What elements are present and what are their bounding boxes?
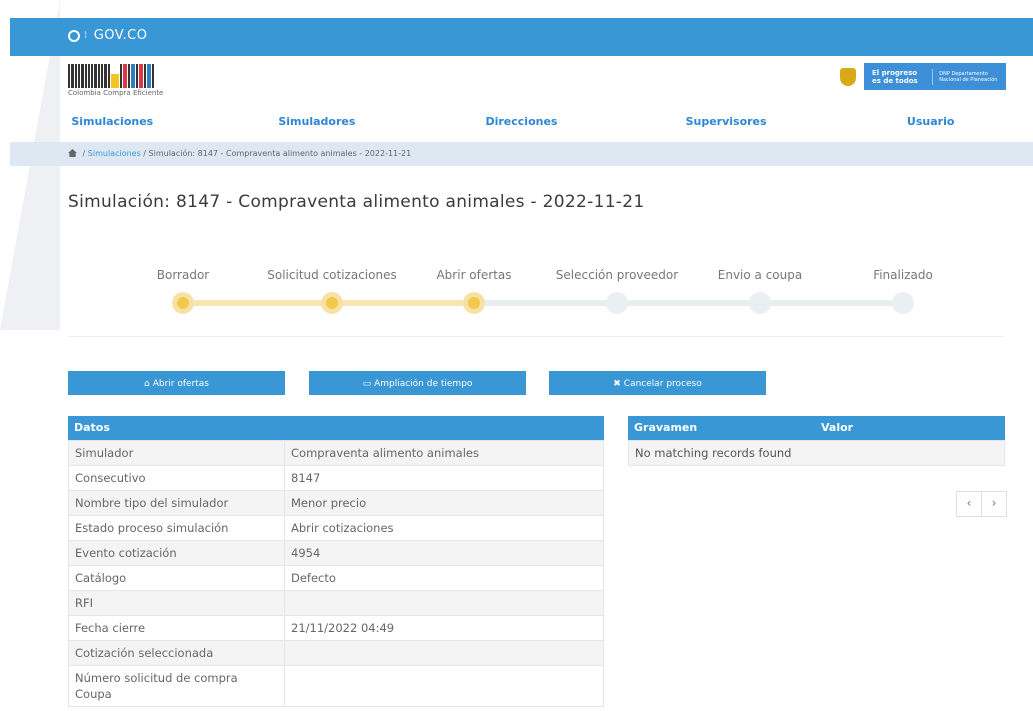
datos-table: Simulador Compraventa alimento animales Co… <box>68 440 604 707</box>
open-offers-button[interactable]: ⌂ Abrir ofertas <box>68 371 285 395</box>
field-value: Compraventa alimento animales <box>284 440 604 466</box>
gravamen-table: Gravamen Valor No matching records found <box>628 416 1005 466</box>
table-row: RFI <box>68 590 604 616</box>
step-dot <box>321 292 343 314</box>
field-label: Nombre tipo del simulador <box>68 490 285 516</box>
table-row: Estado proceso simulación Abrir cotizacio… <box>68 515 604 541</box>
field-label: Cotización seleccionada <box>68 640 285 666</box>
entity-text: DNP Departamento Nacional de Planeación <box>939 70 998 83</box>
step-dot <box>172 292 194 314</box>
col-gravamen[interactable]: Gravamen <box>634 416 697 440</box>
table-row: Catálogo Defecto <box>68 565 604 591</box>
coat-of-arms-icon <box>840 67 856 86</box>
brand-name: Colombia Compra Eficiente <box>68 89 164 97</box>
field-label: Simulador <box>68 440 285 466</box>
step-dot <box>606 292 628 314</box>
gov-logo-text: GOV.CO <box>93 28 148 43</box>
step-label: Finalizado <box>873 268 933 282</box>
breadcrumb-current: / Simulación: 8147 - Compraventa aliment… <box>140 149 412 158</box>
nav-item-direcciones[interactable]: Direcciones <box>419 108 624 136</box>
field-label: Evento cotización <box>68 540 285 566</box>
field-label: RFI <box>68 590 285 616</box>
cancel-process-button[interactable]: ✖ Cancelar proceso <box>549 371 766 395</box>
step-connector <box>617 300 760 306</box>
gov-top-bar: ⁝ GOV.CO <box>10 18 1033 56</box>
step-dot <box>892 292 914 314</box>
step-label: Solicitud cotizaciones <box>267 268 397 282</box>
slogan-text: El progreso es de todos <box>864 68 934 85</box>
nav-item-usuario[interactable]: Usuario <box>828 108 1033 136</box>
table-row: Evento cotización 4954 <box>68 540 604 566</box>
table-row: Nombre tipo del simulador Menor precio <box>68 490 604 516</box>
field-value <box>284 665 604 707</box>
breadcrumb-sep: / <box>80 149 88 158</box>
process-stepper: Borrador Solicitud cotizaciones Abrir ofer… <box>100 268 980 318</box>
close-icon: ✖ <box>613 379 621 389</box>
nav-item-supervisores[interactable]: Supervisores <box>624 108 829 136</box>
step-dot <box>463 292 485 314</box>
calendar-icon: ▭ <box>362 379 372 389</box>
gov-entity-badge: El progreso es de todos DNP Departamento… <box>836 63 1006 90</box>
field-label: Consecutivo <box>68 465 285 491</box>
field-value: 21/11/2022 04:49 <box>284 615 604 641</box>
field-label: Estado proceso simulación <box>68 515 285 541</box>
table-row: Fecha cierre 21/11/2022 04:49 <box>68 615 604 641</box>
field-label: Número solicitud de compra Coupa <box>68 665 285 707</box>
step-connector <box>760 300 903 306</box>
home-icon[interactable] <box>68 149 77 157</box>
step-label: Abrir ofertas <box>436 268 512 282</box>
divider <box>68 336 1004 337</box>
step-label: Selección proveedor <box>555 268 679 282</box>
step-connector <box>474 300 617 306</box>
inbox-icon: ⌂ <box>144 379 150 389</box>
step-connector <box>332 300 474 306</box>
page-title: Simulación: 8147 - Compraventa alimento … <box>68 192 645 212</box>
gov-globe-icon <box>68 29 80 42</box>
next-page-button[interactable]: › <box>982 492 1006 516</box>
field-label: Catálogo <box>68 565 285 591</box>
field-value: 8147 <box>284 465 604 491</box>
table-row: Consecutivo 8147 <box>68 465 604 491</box>
extend-time-button[interactable]: ▭ Ampliación de tiempo <box>309 371 526 395</box>
field-value: Defecto <box>284 565 604 591</box>
breadcrumb: / Simulaciones / Simulación: 8147 - Comp… <box>10 142 1033 166</box>
step-label: Borrador <box>156 268 210 282</box>
nav-item-simulaciones[interactable]: Simulaciones <box>10 108 215 136</box>
gov-dots-icon: ⁝ <box>84 30 88 41</box>
nav-item-simuladores[interactable]: Simuladores <box>215 108 420 136</box>
barcode-logo-icon <box>68 62 183 88</box>
table-row: Número solicitud de compra Coupa <box>68 665 604 707</box>
field-value: 4954 <box>284 540 604 566</box>
table-row: Simulador Compraventa alimento animales <box>68 440 604 466</box>
field-value <box>284 590 604 616</box>
step-connector <box>183 300 332 306</box>
field-value <box>284 640 604 666</box>
col-valor[interactable]: Valor <box>821 416 853 440</box>
colombia-compra-logo[interactable]: Colombia Compra Eficiente <box>68 62 183 98</box>
prev-page-button[interactable]: ‹ <box>957 492 982 516</box>
field-value: Menor precio <box>284 490 604 516</box>
datos-header: Datos <box>68 416 604 440</box>
step-dot <box>749 292 771 314</box>
field-value: Abrir cotizaciones <box>284 515 604 541</box>
step-label: Envio a coupa <box>717 268 803 282</box>
gov-co-logo[interactable]: ⁝ GOV.CO <box>68 28 147 43</box>
field-label: Fecha cierre <box>68 615 285 641</box>
pagination: ‹ › <box>956 491 1007 517</box>
breadcrumb-link-simulaciones[interactable]: Simulaciones <box>88 149 141 158</box>
main-nav: Simulaciones Simuladores Direcciones Sup… <box>10 108 1033 136</box>
empty-message: No matching records found <box>628 440 1005 466</box>
table-row: Cotización seleccionada <box>68 640 604 666</box>
